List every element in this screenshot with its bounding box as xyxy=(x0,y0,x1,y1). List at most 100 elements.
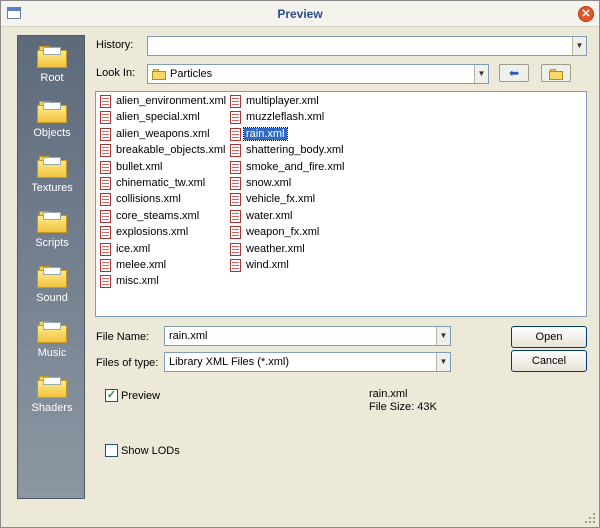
resize-grip[interactable] xyxy=(583,511,597,525)
sidebar-item-scripts[interactable]: Scripts xyxy=(18,205,86,260)
checkmark-icon: ✓ xyxy=(106,389,117,401)
look-in-combo[interactable]: Particles ▼ xyxy=(147,64,489,84)
chevron-down-icon[interactable]: ▼ xyxy=(436,327,450,345)
sidebar-item-music[interactable]: Music xyxy=(18,315,86,370)
folder-icon xyxy=(37,266,67,288)
xml-file-icon xyxy=(100,242,111,256)
preview-file-name: rain.xml xyxy=(369,388,408,400)
preview-checkbox[interactable]: ✓ xyxy=(105,389,118,402)
file-name-text: vehicle_fx.xml xyxy=(246,193,316,206)
folder-up-icon xyxy=(549,69,563,81)
sidebar-item-root[interactable]: Root xyxy=(18,40,86,95)
file-name-text: collisions.xml xyxy=(116,193,181,206)
file-name-text: shattering_body.xml xyxy=(246,144,344,157)
file-name-text: water.xml xyxy=(246,209,293,222)
xml-file-icon xyxy=(100,144,111,158)
file-name-label: File Name: xyxy=(96,331,150,343)
xml-file-icon xyxy=(230,95,241,108)
file-name-text: weather.xml xyxy=(246,242,305,255)
xml-file-icon xyxy=(100,193,111,207)
folder-icon xyxy=(152,69,166,80)
xml-file-icon xyxy=(100,275,111,289)
open-button[interactable]: Open xyxy=(511,326,587,348)
file-name-text: alien_special.xml xyxy=(116,111,200,124)
back-button[interactable]: ⬅ xyxy=(499,64,529,82)
xml-file-icon xyxy=(100,160,111,174)
sidebar-item-label: Music xyxy=(37,347,67,359)
xml-file-icon xyxy=(230,160,241,174)
history-label: History: xyxy=(96,39,134,51)
file-name-text: breakable_objects.xml xyxy=(116,144,226,157)
look-in-value: Particles xyxy=(170,68,213,80)
sidebar-item-sound[interactable]: Sound xyxy=(18,260,86,315)
sidebar-item-label: Scripts xyxy=(35,237,69,249)
xml-file-icon xyxy=(230,177,241,190)
sidebar-item-label: Shaders xyxy=(31,402,73,414)
xml-file-icon xyxy=(230,127,241,141)
xml-file-icon xyxy=(100,111,111,125)
file-name-text: weapon_fx.xml xyxy=(246,226,320,239)
up-folder-button[interactable] xyxy=(541,64,571,82)
file-list[interactable]: alien_environment.xml alien_special.xmlal… xyxy=(95,91,587,317)
xml-file-icon xyxy=(230,259,241,272)
preview-dialog: Preview ✕ Root Objects Textures Scripts … xyxy=(0,0,600,528)
history-combo[interactable]: ▼ xyxy=(147,36,587,56)
sidebar-item-shaders[interactable]: Shaders xyxy=(18,370,86,425)
folder-icon xyxy=(37,101,67,123)
xml-file-icon xyxy=(100,127,111,141)
xml-file-icon xyxy=(230,111,241,125)
folder-icon xyxy=(37,46,67,68)
window-title: Preview xyxy=(277,7,323,21)
sidebar-item-label: Objects xyxy=(33,127,71,139)
file-name-text: rain.xml xyxy=(243,126,288,141)
sidebar-item-textures[interactable]: Textures xyxy=(18,150,86,205)
file-type-select[interactable]: Library XML Files (*.xml) ▼ xyxy=(164,352,451,372)
folder-icon xyxy=(37,156,67,178)
places-sidebar: Root Objects Textures Scripts Sound Musi… xyxy=(17,35,85,499)
close-icon: ✕ xyxy=(581,8,591,20)
close-button[interactable]: ✕ xyxy=(578,6,594,22)
xml-file-icon xyxy=(100,95,111,108)
file-name-text: multiplayer.xml xyxy=(246,95,319,107)
arrow-left-icon: ⬅ xyxy=(508,66,520,80)
file-type-value: Library XML Files (*.xml) xyxy=(169,356,289,368)
xml-file-icon xyxy=(100,209,111,223)
folder-icon xyxy=(37,211,67,233)
file-name-text: explosions.xml xyxy=(116,226,189,239)
xml-file-icon xyxy=(230,193,241,207)
xml-file-icon xyxy=(100,177,111,190)
file-name-text: alien_environment.xml xyxy=(116,95,227,107)
file-type-label: Files of type: xyxy=(96,357,159,369)
look-in-label: Look In: xyxy=(96,67,136,79)
file-name-value: rain.xml xyxy=(169,330,208,342)
show-lods-checkbox[interactable] xyxy=(105,444,118,457)
preview-file-size: File Size: 43K xyxy=(369,401,437,413)
xml-file-icon xyxy=(230,144,241,158)
xml-file-icon xyxy=(230,209,241,223)
xml-file-icon xyxy=(100,259,111,272)
file-name-text: core_steams.xml xyxy=(116,209,200,222)
file-name-text: alien_weapons.xml xyxy=(116,127,210,140)
folder-icon xyxy=(37,321,67,343)
file-name-text: chinematic_tw.xml xyxy=(116,177,206,189)
sidebar-item-objects[interactable]: Objects xyxy=(18,95,86,150)
file-name-text: smoke_and_fire.xml xyxy=(246,160,345,173)
chevron-down-icon[interactable]: ▼ xyxy=(436,353,450,371)
sidebar-item-label: Root xyxy=(40,72,64,84)
chevron-down-icon[interactable]: ▼ xyxy=(572,37,586,55)
folder-icon xyxy=(37,376,67,398)
file-name-text: muzzleflash.xml xyxy=(246,111,325,124)
xml-file-icon xyxy=(100,226,111,240)
sidebar-item-label: Textures xyxy=(31,182,73,194)
file-name-text: snow.xml xyxy=(246,177,292,189)
sidebar-item-label: Sound xyxy=(36,292,68,304)
title-bar[interactable]: Preview ✕ xyxy=(1,1,599,27)
file-name-text: ice.xml xyxy=(116,242,151,255)
file-name-input[interactable]: rain.xml ▼ xyxy=(164,326,451,346)
file-name-text: melee.xml xyxy=(116,259,167,271)
chevron-down-icon[interactable]: ▼ xyxy=(474,65,488,83)
show-lods-label: Show LODs xyxy=(121,445,180,457)
cancel-button[interactable]: Cancel xyxy=(511,350,587,372)
preview-label: Preview xyxy=(121,390,161,402)
xml-file-icon xyxy=(230,242,241,256)
